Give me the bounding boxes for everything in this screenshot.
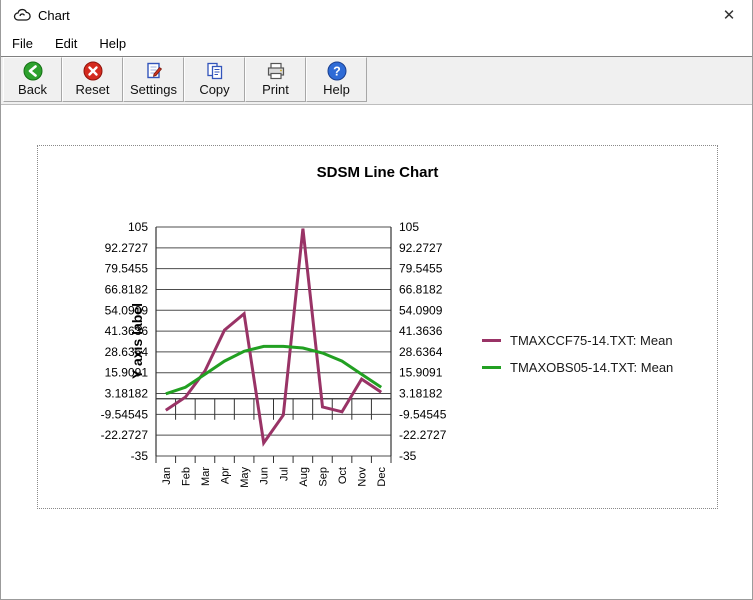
settings-button-label: Settings xyxy=(130,82,177,97)
y-axis-tick-label-left: 54.0909 xyxy=(105,303,149,317)
reset-icon xyxy=(83,61,103,81)
x-axis-month-label: Feb xyxy=(180,467,192,486)
copy-button[interactable]: Copy xyxy=(184,57,245,102)
y-axis-tick-label-right: 66.8182 xyxy=(399,282,443,296)
help-button-label: Help xyxy=(323,82,350,97)
menu-bar: File Edit Help xyxy=(1,30,752,57)
menu-file[interactable]: File xyxy=(1,32,44,55)
y-axis-tick-label-right: 54.0909 xyxy=(399,303,443,317)
y-axis-tick-label-left: -9.54545 xyxy=(101,407,149,421)
back-button[interactable]: Back xyxy=(3,57,62,102)
x-axis-month-label: Nov xyxy=(357,467,369,487)
x-axis-month-label: Oct xyxy=(337,467,349,484)
title-bar: Chart ✕ xyxy=(1,0,752,30)
y-axis-tick-label-right: -9.54545 xyxy=(399,407,447,421)
menu-edit[interactable]: Edit xyxy=(44,32,88,55)
client-area: SDSM Line Chart Y axis label 10510592.27… xyxy=(1,105,752,599)
print-button-label: Print xyxy=(262,82,289,97)
y-axis-tick-label-right: 41.3636 xyxy=(399,324,443,338)
x-axis-month-label: Apr xyxy=(220,467,232,484)
x-axis-month-label: Sep xyxy=(317,467,329,487)
y-axis-tick-label-left: 66.8182 xyxy=(105,282,149,296)
series-line-2 xyxy=(166,346,381,393)
y-axis-tick-label-left: 79.5455 xyxy=(105,262,149,276)
app-logo-icon xyxy=(13,7,31,23)
y-axis-tick-label-left: 15.9091 xyxy=(105,366,149,380)
x-axis-month-label: Jul xyxy=(278,467,290,481)
y-axis-tick-label-right: 28.6364 xyxy=(399,345,443,359)
reset-button-label: Reset xyxy=(76,82,110,97)
print-button[interactable]: Print xyxy=(245,57,306,102)
back-icon xyxy=(23,61,43,81)
toolbar: Back Reset Settings Copy Print xyxy=(1,57,752,105)
menu-help[interactable]: Help xyxy=(88,32,137,55)
help-icon: ? xyxy=(327,61,347,81)
help-button[interactable]: ? Help xyxy=(306,57,367,102)
print-icon xyxy=(266,61,286,81)
x-axis-month-label: Jan xyxy=(161,467,173,485)
y-axis-tick-label-right: 79.5455 xyxy=(399,262,443,276)
copy-icon xyxy=(205,61,225,81)
legend-item: TMAXOBS05-14.TXT: Mean xyxy=(482,354,673,381)
x-axis-month-label: Dec xyxy=(376,467,388,487)
svg-text:?: ? xyxy=(333,65,341,79)
y-axis-tick-label-left: 105 xyxy=(128,220,148,234)
y-axis-tick-label-left: 41.3636 xyxy=(105,324,149,338)
y-axis-tick-label-right: 92.2727 xyxy=(399,241,443,255)
legend-label-series1: TMAXCCF75-14.TXT: Mean xyxy=(510,333,673,348)
chart-panel: SDSM Line Chart Y axis label 10510592.27… xyxy=(37,145,718,509)
back-button-label: Back xyxy=(18,82,47,97)
window-title: Chart xyxy=(38,8,70,23)
y-axis-tick-label-right: -35 xyxy=(399,449,417,463)
close-button[interactable]: ✕ xyxy=(706,0,752,30)
y-axis-tick-label-right: 15.9091 xyxy=(399,366,443,380)
y-axis-tick-label-left: 3.18182 xyxy=(105,387,149,401)
settings-icon xyxy=(144,61,164,81)
chart-legend: TMAXCCF75-14.TXT: Mean TMAXOBS05-14.TXT:… xyxy=(482,327,673,381)
reset-button[interactable]: Reset xyxy=(62,57,123,102)
x-axis-month-label: Mar xyxy=(200,467,212,486)
legend-item: TMAXCCF75-14.TXT: Mean xyxy=(482,327,673,354)
legend-swatch-series1 xyxy=(482,339,501,342)
y-axis-tick-label-right: -22.2727 xyxy=(399,428,447,442)
x-axis-month-label: May xyxy=(239,467,251,488)
y-axis-tick-label-left: -22.2727 xyxy=(101,428,149,442)
legend-label-series2: TMAXOBS05-14.TXT: Mean xyxy=(510,360,673,375)
settings-button[interactable]: Settings xyxy=(123,57,184,102)
legend-swatch-series2 xyxy=(482,366,501,369)
x-axis-month-label: Aug xyxy=(298,467,310,487)
y-axis-tick-label-left: 28.6364 xyxy=(105,345,149,359)
y-axis-tick-label-right: 3.18182 xyxy=(399,387,443,401)
y-axis-tick-label-left: 92.2727 xyxy=(105,241,149,255)
copy-button-label: Copy xyxy=(199,82,229,97)
chart-window: { "window": { "title": "Chart", "close_g… xyxy=(0,0,753,600)
x-axis-month-label: Jun xyxy=(259,467,271,485)
y-axis-tick-label-left: -35 xyxy=(131,449,149,463)
y-axis-tick-label-right: 105 xyxy=(399,220,419,234)
